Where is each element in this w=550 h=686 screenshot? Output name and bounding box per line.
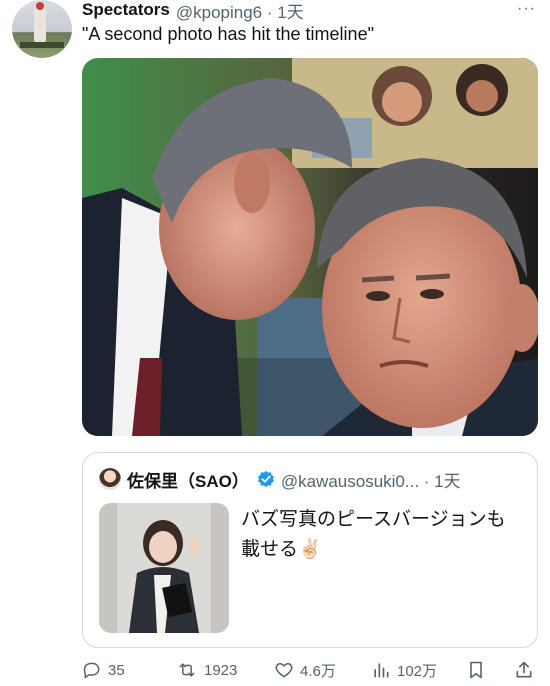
photo-illustration [82,58,538,436]
reply-count: 35 [108,661,125,679]
like-count: 4.6万 [300,662,336,680]
avatar-figure [34,6,46,42]
tweet-action-bar: 35 1923 4.6万 102万 [82,656,538,684]
verified-badge-icon [257,470,275,488]
quoted-tweet-text: バズ写真のピースバージョンも載せる✌🏻 [241,509,506,560]
views-icon [374,663,389,678]
more-options-icon[interactable]: ··· [517,0,536,18]
avatar-figure-head [36,2,44,10]
bookmark-icon [470,661,482,679]
retweet-button[interactable]: 1923 [176,656,237,684]
tweet-header: Spectators @kpoping6 · 1天 [82,0,304,23]
share-button[interactable] [514,656,540,684]
quoted-tweet[interactable]: 佐保里（SAO） @kawausosuki0... · 1天 バズ写真のピースバ… [82,452,538,648]
views-button[interactable]: 102万 [371,656,437,684]
quoted-author-handle-time[interactable]: @kawausosuki0... · 1天 [281,467,461,492]
author-avatar[interactable] [12,0,72,58]
tweet-photo[interactable] [82,58,538,436]
reply-icon [83,662,100,679]
share-icon [516,661,532,678]
retweet-icon [179,663,195,677]
retweet-count: 1923 [204,661,238,679]
bookmark-button[interactable] [466,656,492,684]
reply-button[interactable]: 35 [82,656,125,684]
quoted-tweet-photo[interactable] [99,503,229,633]
heart-icon [275,663,293,678]
quoted-tweet-header: 佐保里（SAO） @kawausosuki0... · 1天 [99,467,461,491]
author-handle-time[interactable]: @kpoping6 · 1天 [176,0,304,23]
author-name[interactable]: Spectators [82,0,170,20]
quoted-author-name[interactable]: 佐保里（SAO） [127,467,249,492]
like-button[interactable]: 4.6万 [274,656,336,684]
tweet-text: "A second photo has hit the timeline" [82,24,374,44]
avatar-rail [20,42,64,48]
quoted-photo-illustration [99,503,229,633]
quoted-author-avatar[interactable] [99,468,121,490]
views-count: 102万 [397,662,438,680]
